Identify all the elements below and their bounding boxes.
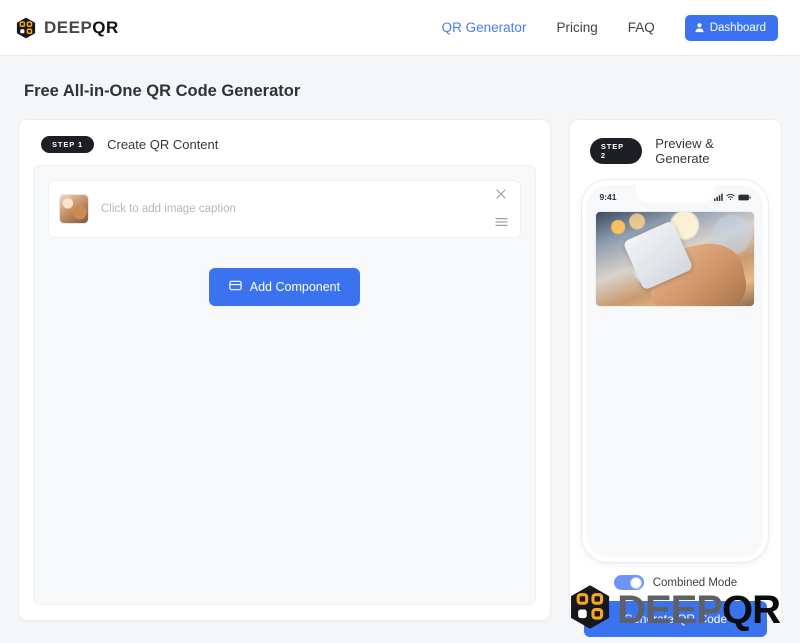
user-icon <box>694 22 705 33</box>
combined-mode-row: Combined Mode <box>582 562 769 590</box>
add-component-wrap: Add Component <box>48 238 521 306</box>
signal-bars-icon <box>714 188 724 206</box>
dashboard-button-label: Dashboard <box>709 21 766 34</box>
phone-notch <box>636 185 715 202</box>
phone-screen: 9:41 <box>587 185 764 557</box>
step-2-title: Preview & Generate <box>655 136 714 166</box>
step-1-badge: STEP 1 <box>41 136 95 153</box>
step-1-header: STEP 1 Create QR Content <box>33 134 536 165</box>
status-icons <box>714 188 752 206</box>
nav-link-qr-generator[interactable]: QR Generator <box>442 20 527 35</box>
step-2-header: STEP 2 Preview & Generate <box>582 134 769 178</box>
image-caption-input[interactable]: Click to add image caption <box>101 203 483 215</box>
wifi-icon <box>726 188 736 206</box>
add-component-label: Add Component <box>249 280 341 294</box>
toggle-knob <box>630 576 643 589</box>
phone-mockup: 9:41 <box>582 180 769 562</box>
hexagon-qr-logo-icon <box>16 17 36 39</box>
preview-image <box>595 211 756 307</box>
combined-mode-toggle[interactable] <box>613 575 644 590</box>
combined-mode-label: Combined Mode <box>652 576 738 589</box>
add-component-icon <box>229 279 242 295</box>
brand-name: DEEPQR <box>44 18 119 38</box>
brand-name-deep: DEEP <box>44 17 93 37</box>
main-nav: QR Generator Pricing FAQ Dashboard <box>442 14 778 41</box>
nav-link-faq[interactable]: FAQ <box>628 20 655 35</box>
step-1-title: Create QR Content <box>107 137 219 152</box>
close-icon[interactable] <box>495 187 507 205</box>
image-thumbnail[interactable] <box>59 194 89 224</box>
generate-button-wrap: Generate QR Code <box>582 590 769 637</box>
step-2-badge: STEP 2 <box>589 138 643 164</box>
brand-name-qr: QR <box>92 17 119 37</box>
component-row-actions <box>495 187 508 232</box>
page-title: Free All-in-One QR Code Generator <box>24 82 301 100</box>
preview-generate-panel: STEP 2 Preview & Generate 9:41 Combined … <box>568 119 782 637</box>
nav-link-pricing[interactable]: Pricing <box>556 20 597 35</box>
generate-qr-button[interactable]: Generate QR Code <box>583 601 767 637</box>
dashboard-button[interactable]: Dashboard <box>684 14 778 41</box>
status-time: 9:41 <box>599 192 617 202</box>
main-content: STEP 1 Create QR Content Click to add im… <box>0 101 800 637</box>
add-component-button[interactable]: Add Component <box>208 268 361 306</box>
battery-icon <box>738 188 752 206</box>
phone-status-bar: 9:41 <box>587 185 763 209</box>
brand-logo[interactable]: DEEPQR <box>16 17 119 39</box>
component-canvas[interactable]: Click to add image caption Add Component <box>33 165 536 605</box>
create-content-panel: STEP 1 Create QR Content Click to add im… <box>18 119 551 621</box>
top-header: DEEPQR QR Generator Pricing FAQ Dashboar… <box>0 0 800 56</box>
image-component-row[interactable]: Click to add image caption <box>48 180 521 238</box>
drag-handle-icon[interactable] <box>495 214 508 232</box>
